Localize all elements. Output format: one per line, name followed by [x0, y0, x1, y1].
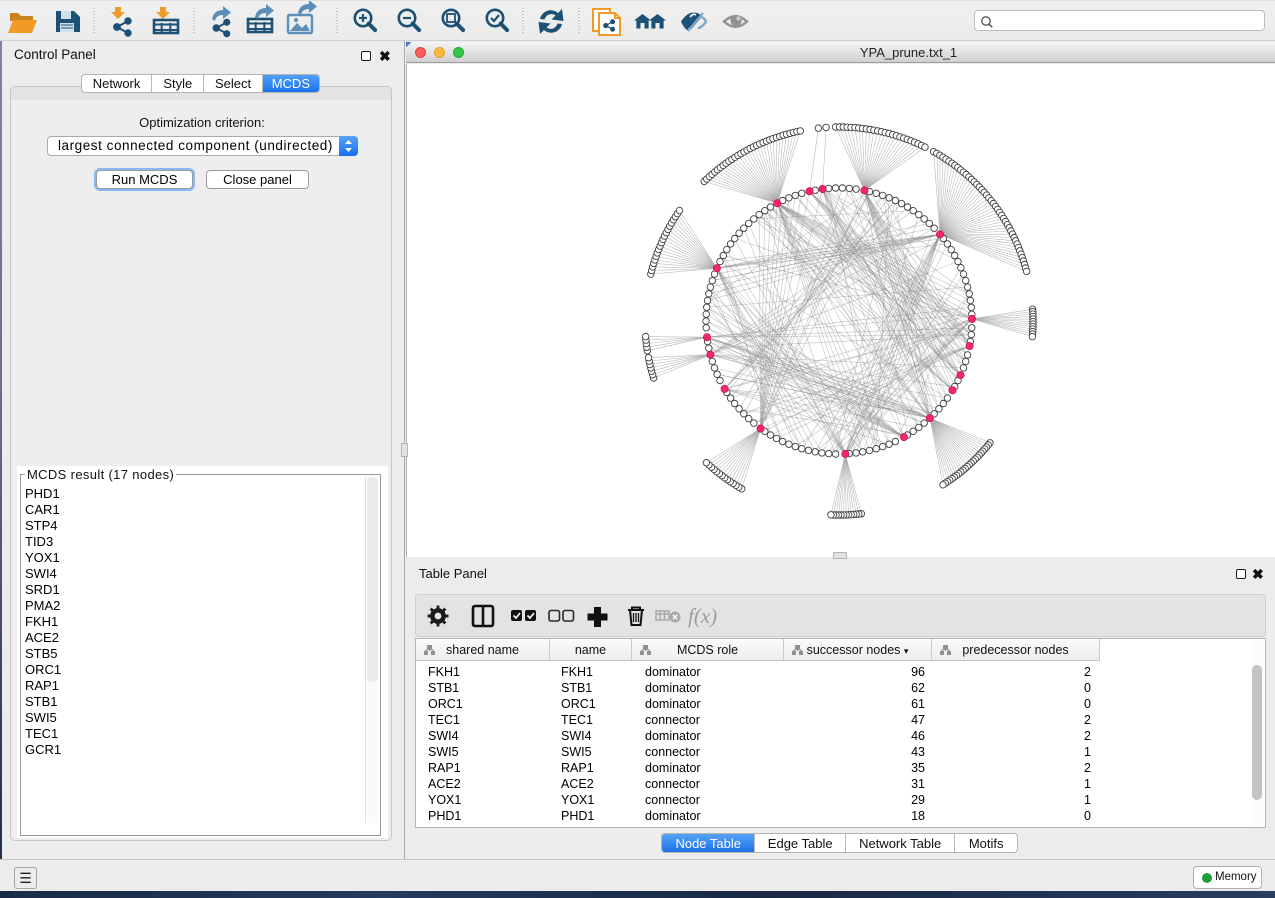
- svg-text:f(x): f(x): [688, 604, 717, 628]
